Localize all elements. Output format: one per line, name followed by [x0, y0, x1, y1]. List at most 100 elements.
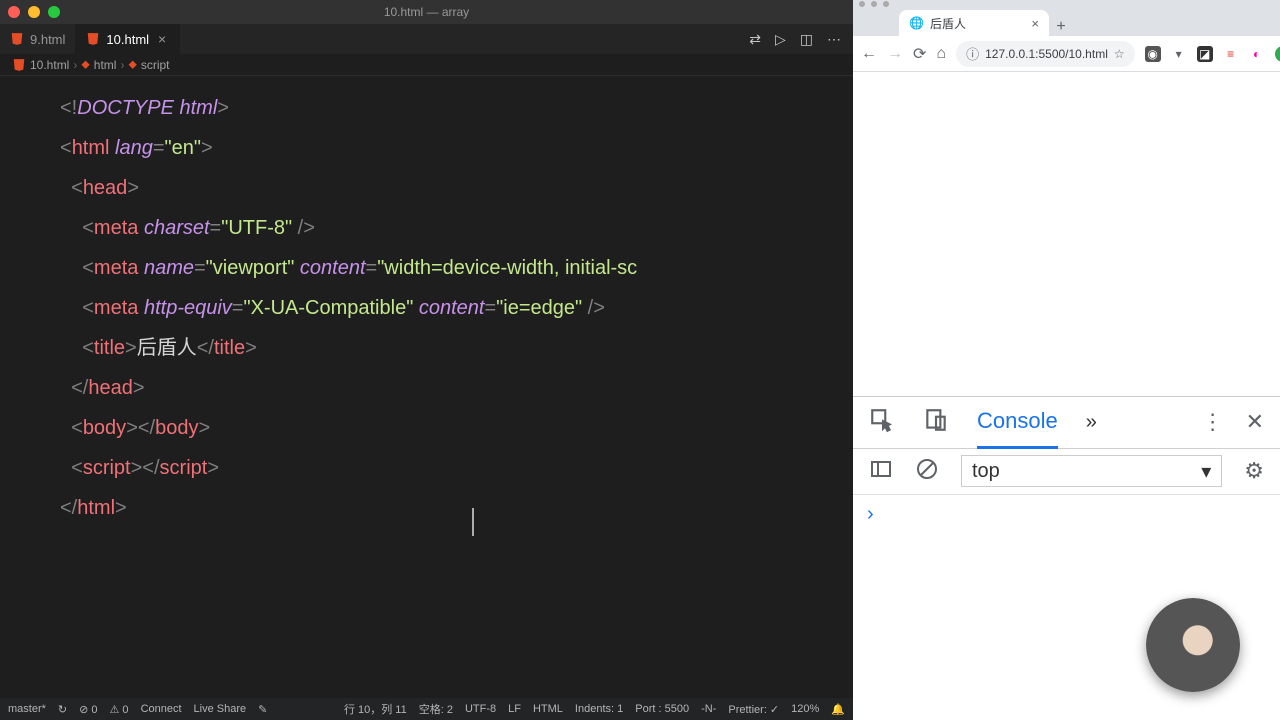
extension-icon[interactable]: ◐ [1249, 46, 1265, 62]
code-token: lang [115, 137, 153, 159]
console-toolbar: top ▾ ⚙ [853, 449, 1280, 495]
code-token: "ie=edge" [496, 297, 582, 319]
tag-icon: ⬥ [128, 57, 136, 72]
clear-console-icon[interactable] [915, 457, 939, 486]
language-mode[interactable]: HTML [533, 703, 563, 715]
text-cursor [472, 508, 474, 536]
close-tab-icon[interactable]: × [1031, 16, 1039, 31]
eol[interactable]: LF [508, 703, 521, 715]
extension-icons: ◉ ▾ ◪ ≡ ◐ ⋮ [1145, 46, 1280, 62]
more-icon[interactable]: ⋯ [827, 31, 841, 48]
code-token: "viewport" [206, 257, 295, 279]
window-controls [8, 6, 60, 18]
html-file-icon [12, 58, 26, 72]
extension-icon[interactable]: ≡ [1223, 46, 1239, 62]
notifications-icon[interactable]: 🔔 [831, 703, 845, 716]
webcam-overlay [1146, 598, 1240, 692]
code-token: title [94, 337, 125, 359]
split-editor-icon[interactable]: ◫ [800, 31, 813, 48]
close-tab-icon[interactable]: × [155, 32, 169, 46]
chrome-window-controls [853, 0, 1280, 8]
code-token: body [155, 417, 198, 439]
html-file-icon [10, 32, 24, 46]
code-token: DOCTYPE [77, 97, 174, 119]
code-token: charset [144, 217, 210, 239]
run-icon[interactable]: ▷ [775, 31, 786, 48]
inspect-element-icon[interactable] [869, 407, 895, 438]
tab-10html[interactable]: 10.html × [76, 24, 180, 54]
page-viewport[interactable] [853, 72, 1280, 396]
star-icon[interactable]: ☆ [1114, 47, 1125, 61]
code-token: http-equiv [144, 297, 232, 319]
cursor-position[interactable]: 行 10，列 11 [344, 701, 407, 717]
vim-mode[interactable]: -N- [701, 703, 716, 715]
breadcrumb[interactable]: 10.html › ⬥ html › ⬥ script [0, 54, 853, 76]
minimize-window-icon[interactable] [871, 1, 877, 7]
editor-tab-bar: 9.html 10.html × ⇄ ▷ ◫ ⋯ [0, 24, 853, 54]
console-output[interactable]: › [853, 495, 1280, 534]
chevron-right-icon: › [73, 58, 77, 72]
extension-icon[interactable]: ◉ [1145, 46, 1161, 62]
live-server-port[interactable]: Port : 5500 [635, 703, 689, 715]
code-token: html [72, 137, 110, 159]
reload-button[interactable]: ⟳ [913, 44, 926, 64]
code-token: "UTF-8" [221, 217, 292, 239]
liveshare-status[interactable]: Live Share [194, 703, 247, 715]
new-tab-button[interactable]: + [1049, 18, 1073, 36]
code-token: 后盾人 [137, 337, 197, 359]
maximize-window-icon[interactable] [883, 1, 889, 7]
breadcrumb-item[interactable]: html [94, 58, 117, 72]
code-token: script [83, 457, 131, 479]
compare-icon[interactable]: ⇄ [749, 31, 761, 48]
address-bar[interactable]: ⓘ 127.0.0.1:5500/10.html ☆ [956, 41, 1135, 67]
chevron-right-icon: › [120, 58, 124, 72]
code-token: "en" [165, 137, 201, 159]
close-devtools-icon[interactable]: ✕ [1246, 409, 1264, 435]
minimize-window-icon[interactable] [28, 6, 40, 18]
devtools-tab-bar: Console » ⋮ ✕ [853, 397, 1280, 449]
tab-label: 10.html [106, 32, 149, 47]
breadcrumb-item[interactable]: script [141, 58, 170, 72]
close-window-icon[interactable] [859, 1, 865, 7]
breadcrumb-item[interactable]: 10.html [30, 58, 69, 72]
browser-toolbar: ← → ⟳ ⌂ ⓘ 127.0.0.1:5500/10.html ☆ ◉ ▾ ◪… [853, 36, 1280, 72]
devtools-menu-icon[interactable]: ⋮ [1202, 409, 1224, 435]
feedback-icon[interactable]: ✎ [258, 703, 267, 716]
indent-setting[interactable]: 空格: 2 [419, 701, 453, 717]
forward-button[interactable]: → [887, 45, 903, 63]
url-text: 127.0.0.1:5500/10.html [985, 47, 1108, 61]
extension-icon[interactable]: ▾ [1171, 46, 1187, 62]
code-token: body [83, 417, 126, 439]
tab-9html[interactable]: 9.html [0, 24, 76, 54]
context-label: top [972, 460, 1000, 483]
console-prompt-icon: › [867, 503, 874, 525]
sync-icon[interactable]: ↻ [58, 703, 67, 716]
more-tabs-icon[interactable]: » [1086, 411, 1097, 434]
device-toolbar-icon[interactable] [923, 407, 949, 438]
zoom-level[interactable]: 120% [791, 703, 819, 715]
maximize-window-icon[interactable] [48, 6, 60, 18]
close-window-icon[interactable] [8, 6, 20, 18]
titlebar: 10.html — array [0, 0, 853, 24]
code-editor[interactable]: <!DOCTYPE html> <html lang="en"> <head> … [0, 76, 853, 698]
console-settings-icon[interactable]: ⚙ [1244, 458, 1264, 484]
prettier-status[interactable]: Prettier: ✓ [728, 703, 779, 716]
console-sidebar-icon[interactable] [869, 457, 893, 486]
indents[interactable]: Indents: 1 [575, 703, 623, 715]
extension-icon[interactable]: ◪ [1197, 46, 1213, 62]
encoding[interactable]: UTF-8 [465, 703, 496, 715]
connect-status[interactable]: Connect [141, 703, 182, 715]
warnings-count[interactable]: ⚠ 0 [110, 703, 129, 716]
tab-console[interactable]: Console [977, 396, 1058, 449]
context-selector[interactable]: top ▾ [961, 455, 1222, 487]
errors-count[interactable]: ⊘ 0 [79, 703, 97, 716]
profile-avatar-icon[interactable] [1275, 46, 1280, 62]
status-bar: master* ↻ ⊘ 0 ⚠ 0 Connect Live Share ✎ 行… [0, 698, 853, 720]
git-branch[interactable]: master* [8, 703, 46, 715]
browser-tab[interactable]: 🌐 后盾人 × [899, 10, 1049, 36]
home-button[interactable]: ⌂ [936, 45, 946, 63]
code-token: html [180, 97, 218, 119]
code-token: title [214, 337, 245, 359]
back-button[interactable]: ← [861, 45, 877, 63]
site-info-icon[interactable]: ⓘ [966, 44, 979, 63]
